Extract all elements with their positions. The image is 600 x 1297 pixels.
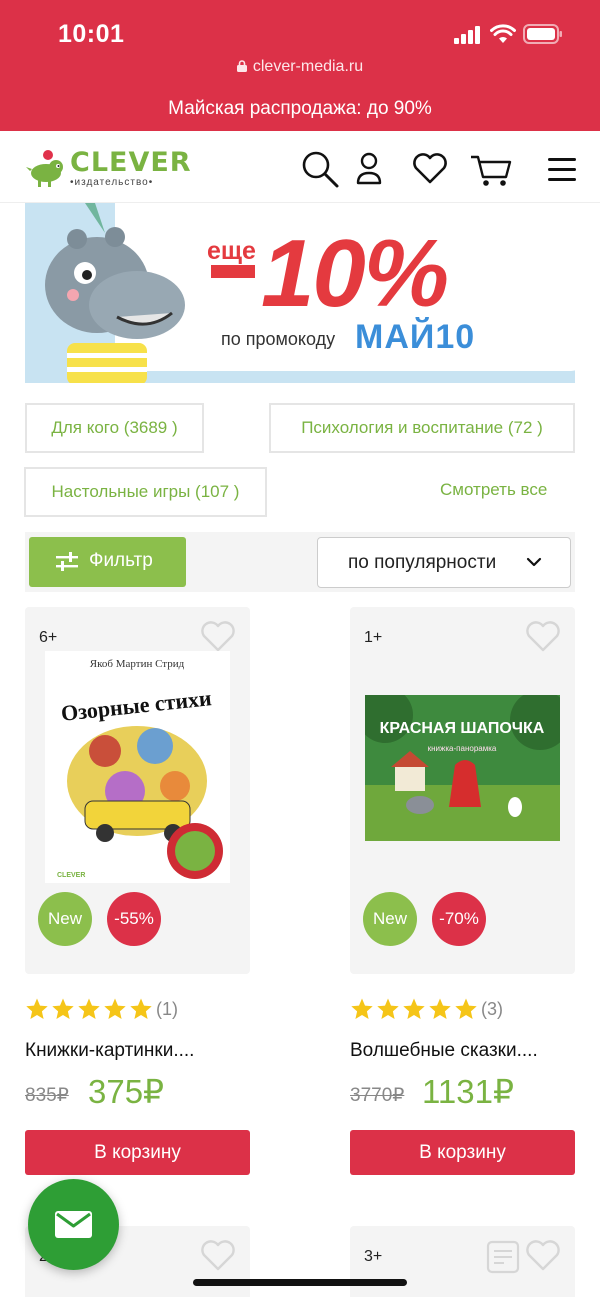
favorite-heart-icon[interactable] [525,1240,561,1272]
banner-promo-code: МАЙ10 [355,318,476,356]
feedback-mail-button[interactable] [28,1179,119,1270]
filter-sliders-icon [56,552,78,571]
star-icon [104,998,126,1019]
mail-icon [55,1211,92,1238]
star-icon [130,998,152,1019]
hippo-illustration [45,227,185,383]
star-icon [351,998,373,1019]
old-price: 835₽ [25,1085,69,1106]
logo-subtitle: •издательство• [70,177,154,188]
product-card-image-area[interactable]: 6+ Якоб Мартин Стрид Озорные стихи CLEVE… [25,607,250,974]
cover-author-text: Якоб Мартин Стрид [90,658,185,670]
favorite-heart-icon[interactable] [200,1240,236,1272]
product-title[interactable]: Волшебные сказки.... [350,1040,538,1062]
star-icon [377,998,399,1019]
page: 10:01 clever-media.ru Майская распродажа… [0,0,600,1297]
user-icon[interactable] [349,149,389,189]
favorite-heart-icon[interactable] [200,621,236,653]
star-icon [455,998,477,1019]
logo-wordmark: CLEVER [70,147,192,178]
site-header: CLEVER •издательство• [0,131,600,203]
preview-doc-icon[interactable] [486,1240,520,1274]
sort-value: по популярности [348,552,497,573]
book-cover-1[interactable]: Якоб Мартин Стрид Озорные стихи CLEVER [45,651,230,883]
wifi-icon [490,24,516,43]
sort-select[interactable]: по популярности [317,537,571,588]
add-to-cart-button[interactable]: В корзину [25,1130,250,1175]
promo-bar[interactable]: Майская распродажа: до 90% [0,92,600,131]
cover-title-text: КРАСНАЯ ШАПОЧКА [380,720,545,737]
old-price: 3770₽ [350,1085,405,1106]
see-all-link[interactable]: Смотреть все [440,480,547,500]
cover-subtitle-text: книжка-панорамка [428,744,497,753]
cart-icon[interactable] [469,149,513,189]
home-indicator [193,1279,407,1286]
product-card-image-area[interactable]: 3+ [350,1226,575,1297]
logo-dragon-icon [26,150,63,187]
svg-text:CLEVER: CLEVER [57,872,85,879]
star-icon [52,998,74,1019]
logo[interactable]: CLEVER •издательство• [26,145,191,191]
new-badge: New [363,892,417,946]
rating-count: (1) [156,999,178,1019]
product-card-image-area[interactable]: 1+ КРАСНАЯ ШАПОЧКА книжка-панорамка New … [350,607,575,974]
status-time: 10:01 [58,20,125,48]
product-title[interactable]: Книжки-картинки.... [25,1040,194,1062]
url-bar[interactable]: clever-media.ru [0,58,600,76]
new-badge: New [38,892,92,946]
search-icon[interactable] [300,149,340,189]
favorite-heart-icon[interactable] [525,621,561,653]
banner-eshe: еще [207,237,256,265]
banner-percent: 10% [261,220,449,327]
promo-banner[interactable]: еще 10% по промокоду МАЙ10 [25,203,575,383]
category-chip-board-games[interactable]: Настольные игры (107 ) [24,467,267,517]
banner-minus [211,265,255,278]
star-icon [403,998,425,1019]
discount-badge: -70% [432,892,486,946]
age-rating: 1+ [364,629,383,646]
menu-icon[interactable] [546,149,578,189]
status-bar: 10:01 clever-media.ru [0,0,600,92]
age-rating: 3+ [364,1248,383,1265]
filter-button[interactable]: Фильтр [29,537,186,587]
star-icon [429,998,451,1019]
current-price: 375₽ [88,1073,165,1110]
category-chip-for-whom[interactable]: Для кого (3689 ) [25,403,204,453]
rating-stars [25,997,155,1023]
signal-icon [454,26,480,44]
lock-icon [236,60,247,72]
rating-stars [350,997,480,1023]
battery-icon [523,24,562,44]
url-text: clever-media.ru [252,58,364,75]
discount-badge: -55% [107,892,161,946]
filter-row: Фильтр по популярности [25,532,575,592]
star-icon [78,998,100,1019]
age-rating: 6+ [39,629,58,646]
banner-code-label: по промокоду [221,329,336,349]
category-chip-psychology[interactable]: Психология и воспитание (72 ) [269,403,575,453]
book-cover-2[interactable]: КРАСНАЯ ШАПОЧКА книжка-панорамка [365,695,560,841]
star-icon [26,998,48,1019]
heart-icon[interactable] [410,149,450,189]
add-to-cart-button[interactable]: В корзину [350,1130,575,1175]
current-price: 1131₽ [422,1073,514,1110]
filter-label: Фильтр [89,550,153,571]
rating-count: (3) [481,999,503,1019]
chevron-down-icon [526,557,542,567]
